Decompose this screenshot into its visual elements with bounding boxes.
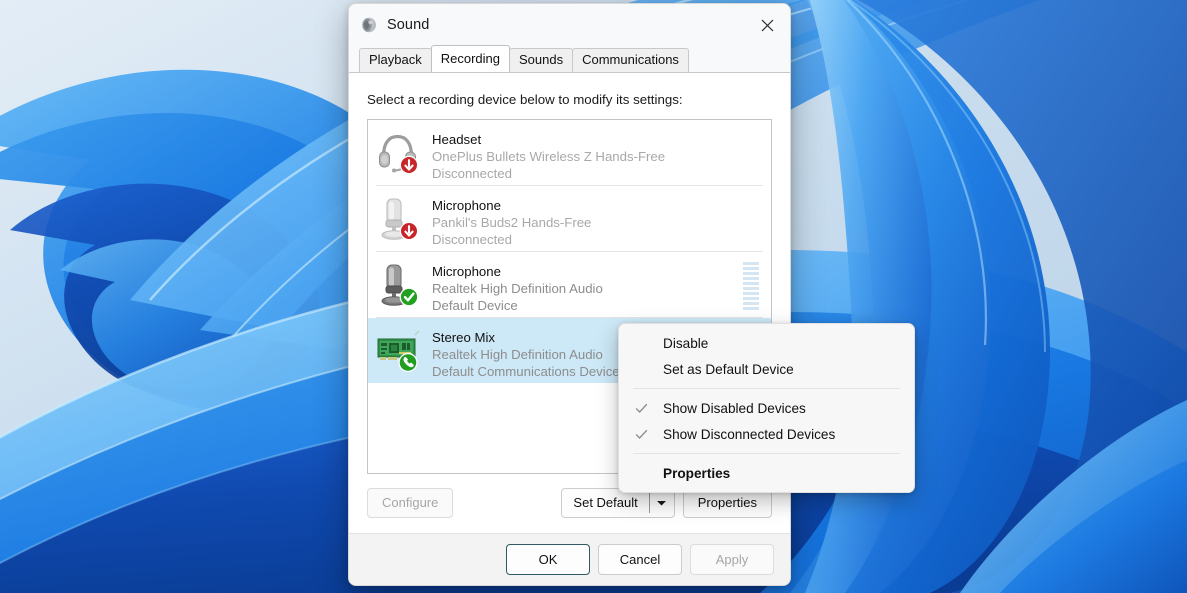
dialog-footer: OK Cancel Apply: [349, 533, 790, 585]
tab-playback[interactable]: Playback: [359, 48, 432, 72]
device-list-item-microphone-realtek[interactable]: Microphone Realtek High Definition Audio…: [368, 252, 771, 317]
meter-segment: [743, 282, 759, 285]
meter-segment: [743, 307, 759, 310]
apply-button[interactable]: Apply: [690, 544, 774, 575]
device-status: Default Device: [432, 297, 743, 314]
sound-card-icon: [375, 326, 421, 374]
cancel-button[interactable]: Cancel: [598, 544, 682, 575]
set-default-button[interactable]: Set Default: [562, 489, 648, 517]
configure-button[interactable]: Configure: [367, 488, 453, 518]
context-menu-item-label: Set as Default Device: [635, 362, 794, 377]
microphone-icon: [375, 194, 421, 242]
device-status: Disconnected: [432, 231, 743, 248]
ok-button[interactable]: OK: [506, 544, 590, 575]
context-menu-item-label: Disable: [635, 336, 708, 351]
context-menu-item-set-as-default-device[interactable]: Set as Default Device: [619, 356, 914, 382]
volume-meter: [743, 262, 759, 310]
meter-segment: [743, 277, 759, 280]
window-title: Sound: [387, 17, 429, 33]
context-menu-separator: [633, 453, 900, 454]
meter-segment: [743, 267, 759, 270]
chevron-down-icon[interactable]: [650, 489, 674, 517]
device-description: OnePlus Bullets Wireless Z Hands-Free: [432, 148, 743, 165]
device-context-menu: Disable Set as Default Device Show Disab…: [618, 323, 915, 493]
meter-segment: [743, 302, 759, 305]
device-status: Disconnected: [432, 165, 743, 182]
tabstrip: Playback Recording Sounds Communications: [349, 46, 790, 72]
device-text: Microphone Realtek High Definition Audio…: [432, 260, 743, 314]
device-list-item-headset[interactable]: Headset OnePlus Bullets Wireless Z Hands…: [368, 120, 771, 185]
tab-sounds[interactable]: Sounds: [509, 48, 573, 72]
meter-segment: [743, 262, 759, 265]
sound-dialog: Sound Playback Recording Sounds Communic…: [348, 3, 791, 586]
context-menu-item-properties[interactable]: Properties: [619, 460, 914, 486]
context-menu-item-label: Show Disabled Devices: [663, 401, 806, 416]
context-menu-item-label: Properties: [635, 466, 730, 481]
tab-recording[interactable]: Recording: [431, 45, 510, 72]
meter-segment: [743, 272, 759, 275]
tab-communications[interactable]: Communications: [572, 48, 689, 72]
context-menu-item-disable[interactable]: Disable: [619, 330, 914, 356]
context-menu-separator: [633, 388, 900, 389]
close-icon[interactable]: [744, 4, 790, 46]
checkmark-icon: [635, 428, 663, 441]
meter-segment: [743, 292, 759, 295]
device-text: Microphone Pankil's Buds2 Hands-Free Dis…: [432, 194, 743, 248]
context-menu-item-label: Show Disconnected Devices: [663, 427, 835, 442]
titlebar: Sound: [349, 4, 790, 46]
sound-speaker-icon: [360, 16, 378, 34]
context-menu-item-show-disconnected-devices[interactable]: Show Disconnected Devices: [619, 421, 914, 447]
device-description: Pankil's Buds2 Hands-Free: [432, 214, 743, 231]
microphone-icon: [375, 260, 421, 308]
headset-icon: [375, 128, 421, 176]
recording-hint: Select a recording device below to modif…: [367, 92, 772, 107]
device-list-item-microphone-buds2[interactable]: Microphone Pankil's Buds2 Hands-Free Dis…: [368, 186, 771, 251]
meter-segment: [743, 287, 759, 290]
meter-segment: [743, 297, 759, 300]
device-name: Microphone: [432, 263, 743, 280]
checkmark-icon: [635, 402, 663, 415]
device-name: Microphone: [432, 197, 743, 214]
device-description: Realtek High Definition Audio: [432, 280, 743, 297]
device-text: Headset OnePlus Bullets Wireless Z Hands…: [432, 128, 743, 182]
context-menu-item-show-disabled-devices[interactable]: Show Disabled Devices: [619, 395, 914, 421]
device-name: Headset: [432, 131, 743, 148]
